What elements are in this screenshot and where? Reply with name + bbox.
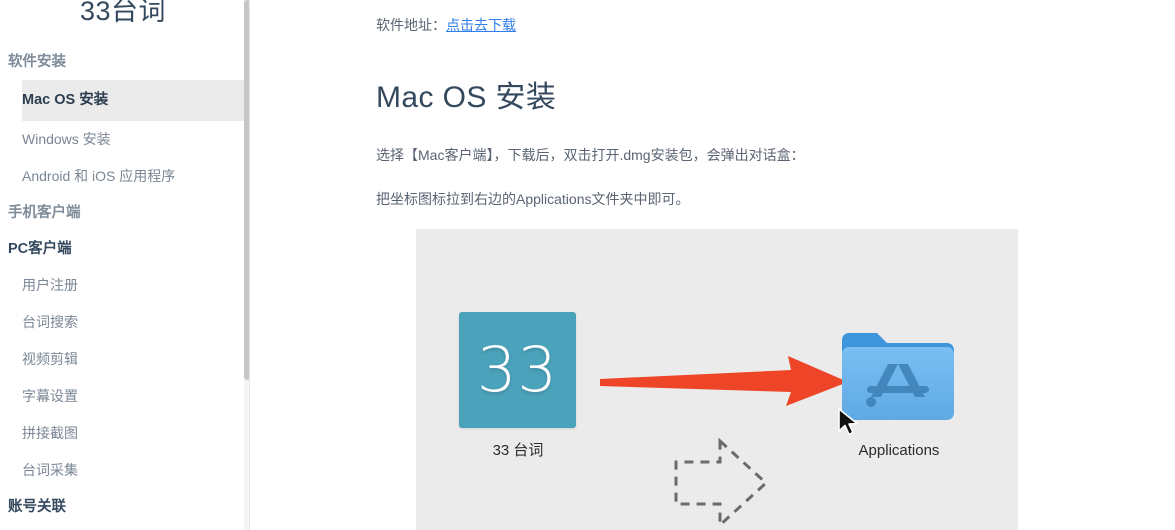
sidebar-item[interactable]: 用户注册 [0, 267, 246, 304]
page-root: 33台词 软件安装 Mac OS 安装 Windows 安装 Android 和 iO… [0, 0, 1175, 530]
sidebar-item[interactable]: 拼接截图 [0, 415, 246, 452]
sidebar-item[interactable]: 台词搜索 [0, 304, 246, 341]
33-app-icon-label: 33 台词 [492, 442, 544, 459]
dashed-arrow-icon [674, 438, 769, 528]
sidebar-group-title[interactable]: 手机客户端 [0, 195, 246, 231]
download-address-line: 软件地址：点击去下载 [376, 0, 1175, 36]
applications-folder-label: Applications [858, 442, 940, 459]
sidebar-item[interactable]: 台词采集 [0, 452, 246, 489]
sidebar-item[interactable]: Android 和 iOS 应用程序 [0, 158, 246, 195]
sidebar: 33台词 软件安装 Mac OS 安装 Windows 安装 Android 和 iO… [0, 0, 246, 530]
paragraph-choose-client: 选择【Mac客户端】，下载后，双击打开.dmg安装包，会弹出对话盒： [376, 147, 805, 163]
33-app-icon[interactable]: 33 [459, 312, 576, 428]
sidebar-group-title[interactable]: PC客户端 [0, 231, 246, 267]
sidebar-item[interactable]: 视频剪辑 [0, 341, 246, 378]
33-app-icon-number: 33 [477, 333, 558, 406]
sidebar-item[interactable]: Mac OS 安装 [22, 80, 246, 121]
paragraph-drag-instruction: 把坐标图标拉到右边的Applications文件夹中即可。 [376, 191, 690, 207]
download-address-label: 软件地址： [376, 17, 446, 33]
download-link[interactable]: 点击去下载 [446, 17, 516, 33]
install-illustration: 33 33 台词 Applications [416, 229, 1018, 530]
sidebar-nav-list: 软件安装 Mac OS 安装 Windows 安装 Android 和 iOS 应用程… [0, 44, 246, 530]
sidebar-item[interactable]: 获得积分 [0, 525, 246, 530]
sidebar-item[interactable]: 字幕设置 [0, 378, 246, 415]
sidebar-group-title[interactable]: 账号关联 [0, 489, 246, 525]
sidebar-item[interactable]: Windows 安装 [0, 121, 246, 158]
page-title: Mac OS 安装 [376, 81, 557, 114]
sidebar-title: 33台词 [79, 0, 167, 26]
cursor-arrow-icon [838, 408, 858, 436]
content-inner: 软件地址：点击去下载 Mac OS 安装 选择【Mac客户端】，下载后，双击打开… [250, 0, 1175, 210]
red-arrow-icon [600, 356, 848, 406]
sidebar-group-title[interactable]: 软件安装 [0, 44, 246, 80]
